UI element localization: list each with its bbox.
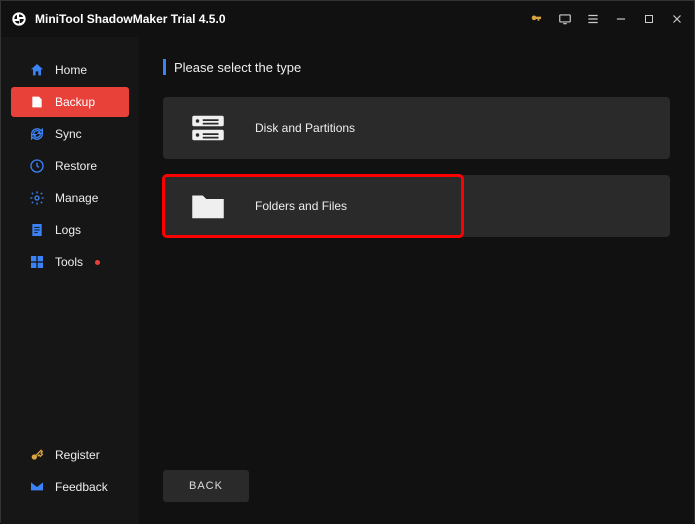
folder-icon bbox=[187, 185, 229, 227]
sidebar-item-label: Home bbox=[55, 63, 87, 77]
monitor-icon[interactable] bbox=[558, 12, 572, 26]
titlebar: MiniTool ShadowMaker Trial 4.5.0 bbox=[1, 1, 694, 37]
sidebar-item-manage[interactable]: Manage bbox=[11, 183, 129, 213]
restore-icon bbox=[29, 158, 45, 174]
sidebar-item-sync[interactable]: Sync bbox=[11, 119, 129, 149]
sidebar-item-label: Tools bbox=[55, 255, 83, 269]
notification-dot-icon bbox=[95, 260, 100, 265]
content-area: Please select the type Disk and Partitio… bbox=[139, 37, 694, 524]
disk-icon bbox=[187, 107, 229, 149]
accent-bar-icon bbox=[163, 59, 166, 75]
backup-icon bbox=[29, 94, 45, 110]
tools-icon bbox=[29, 254, 45, 270]
option-label: Folders and Files bbox=[255, 199, 347, 213]
feedback-icon bbox=[29, 479, 45, 495]
menu-icon[interactable] bbox=[586, 12, 600, 26]
sidebar-item-backup[interactable]: Backup bbox=[11, 87, 129, 117]
sidebar-item-label: Sync bbox=[55, 127, 82, 141]
minimize-icon[interactable] bbox=[614, 12, 628, 26]
titlebar-controls bbox=[530, 12, 684, 26]
sidebar-item-label: Restore bbox=[55, 159, 97, 173]
sidebar-item-feedback[interactable]: Feedback bbox=[11, 472, 129, 502]
sidebar-item-label: Feedback bbox=[55, 480, 108, 494]
sidebar-item-label: Logs bbox=[55, 223, 81, 237]
sidebar-item-register[interactable]: Register bbox=[11, 440, 129, 470]
sidebar-item-restore[interactable]: Restore bbox=[11, 151, 129, 181]
back-button[interactable]: BACK bbox=[163, 470, 249, 502]
sidebar: Home Backup Sync Restore bbox=[1, 37, 139, 524]
titlebar-left: MiniTool ShadowMaker Trial 4.5.0 bbox=[11, 11, 226, 27]
option-label: Disk and Partitions bbox=[255, 121, 355, 135]
maximize-icon[interactable] bbox=[642, 12, 656, 26]
section-header: Please select the type bbox=[163, 59, 670, 75]
manage-icon bbox=[29, 190, 45, 206]
sidebar-item-label: Register bbox=[55, 448, 100, 462]
sync-icon bbox=[29, 126, 45, 142]
sidebar-item-label: Manage bbox=[55, 191, 98, 205]
key-icon bbox=[29, 447, 45, 463]
sidebar-item-logs[interactable]: Logs bbox=[11, 215, 129, 245]
sidebar-item-tools[interactable]: Tools bbox=[11, 247, 129, 277]
option-folders-and-files[interactable]: Folders and Files bbox=[163, 175, 463, 237]
option-disk-and-partitions[interactable]: Disk and Partitions bbox=[163, 97, 670, 159]
home-icon bbox=[29, 62, 45, 78]
app-logo-icon bbox=[11, 11, 27, 27]
key-icon[interactable] bbox=[530, 12, 544, 26]
sidebar-item-label: Backup bbox=[55, 95, 95, 109]
close-icon[interactable] bbox=[670, 12, 684, 26]
section-title: Please select the type bbox=[174, 60, 301, 75]
logs-icon bbox=[29, 222, 45, 238]
app-title: MiniTool ShadowMaker Trial 4.5.0 bbox=[35, 12, 226, 26]
sidebar-item-home[interactable]: Home bbox=[11, 55, 129, 85]
